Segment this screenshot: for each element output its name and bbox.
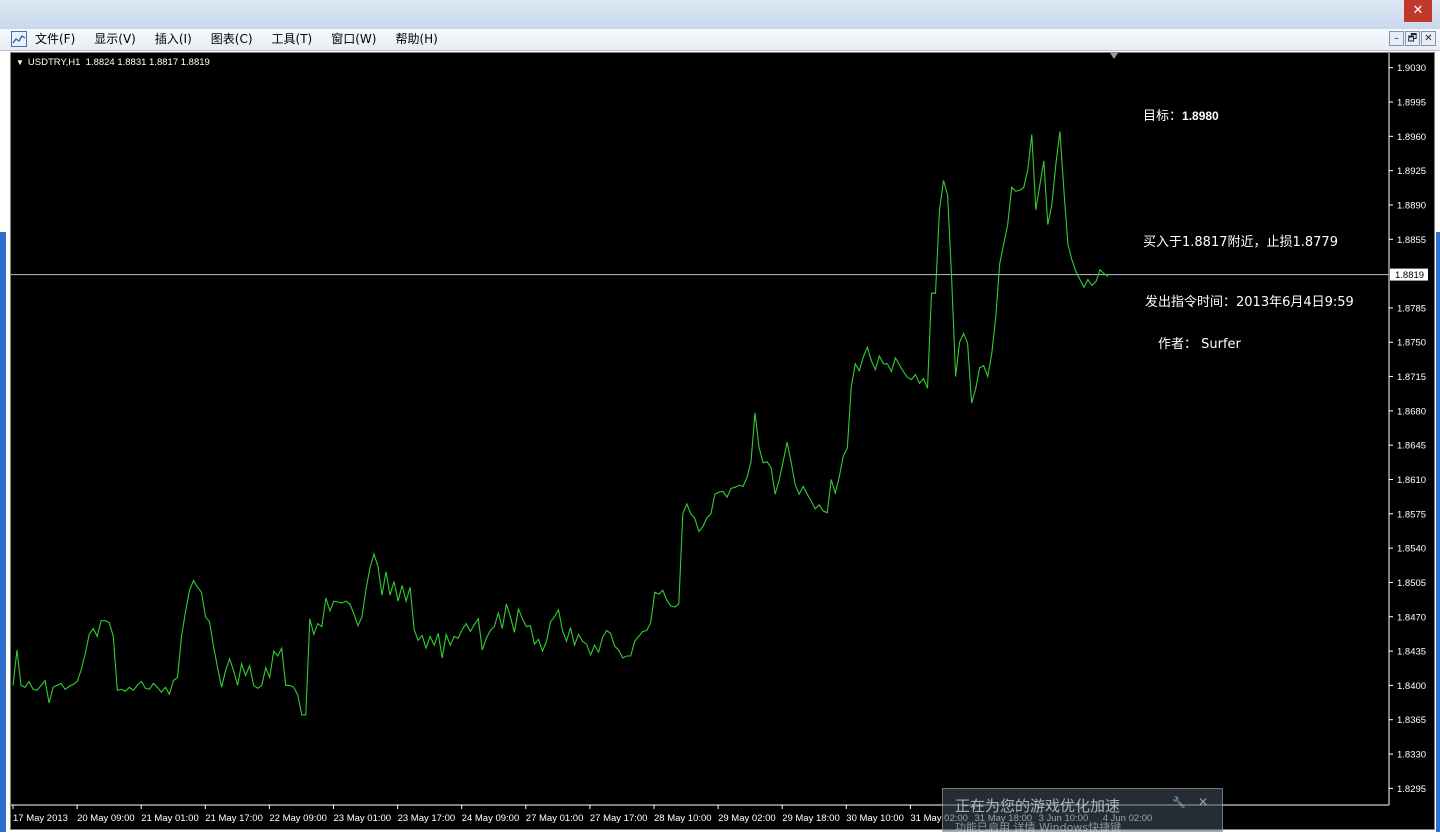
price-line bbox=[12, 131, 1109, 716]
symbol-header: ▼ USDTRY,H1 1.8824 1.8831 1.8817 1.8819 bbox=[16, 57, 210, 68]
price-chart[interactable]: 1.9030 1.8995 1.8960 1.8925 1.8890 1.8855 1.87… bbox=[11, 53, 1434, 829]
x-tick-label: 21 May 17:00 bbox=[205, 813, 263, 824]
right-window-edge bbox=[1435, 52, 1440, 832]
symbol-name: USDTRY,H1 bbox=[27, 57, 81, 68]
menu-tools[interactable]: 工具(T) bbox=[272, 29, 313, 51]
y-tick-label: 1.8680 bbox=[1397, 406, 1426, 417]
x-tick-label: 27 May 17:00 bbox=[590, 813, 648, 824]
target-value: 1.8980 bbox=[1182, 109, 1219, 123]
y-tick-label: 1.8785 bbox=[1397, 303, 1426, 314]
minimize-button[interactable]: – bbox=[1389, 31, 1404, 46]
menu-charts[interactable]: 图表(C) bbox=[211, 29, 253, 51]
author-annotation: 作者： Surfer bbox=[1158, 337, 1241, 352]
menu-view[interactable]: 显示(V) bbox=[94, 29, 136, 51]
y-tick-label: 1.8435 bbox=[1397, 647, 1426, 658]
x-tick-label: 23 May 01:00 bbox=[334, 813, 392, 824]
target-annotation: 目标：1.8980 bbox=[1143, 105, 1219, 124]
y-tick-label: 1.8715 bbox=[1397, 372, 1426, 383]
notification-subtitle: 功能已启用 详情 Windows快捷键 bbox=[955, 821, 1122, 834]
x-tick-label: 29 May 02:00 bbox=[718, 813, 776, 824]
y-tick-label: 1.8540 bbox=[1397, 544, 1426, 555]
x-tick-label: 29 May 18:00 bbox=[782, 813, 840, 824]
menu-items: 文件(F) 显示(V) 插入(I) 图表(C) 工具(T) 窗口(W) 帮助(H… bbox=[35, 29, 457, 51]
y-tick-label: 1.8400 bbox=[1397, 681, 1426, 692]
x-tick-label: 22 May 09:00 bbox=[269, 813, 327, 824]
x-tick-label: 24 May 09:00 bbox=[462, 813, 520, 824]
menu-window[interactable]: 窗口(W) bbox=[331, 29, 376, 51]
ohlc-values: 1.8824 1.8831 1.8817 1.8819 bbox=[85, 57, 210, 68]
x-tick-label: 21 May 01:00 bbox=[141, 813, 199, 824]
y-tick-label: 1.8750 bbox=[1397, 338, 1426, 349]
pin-icon[interactable]: 🔧 bbox=[1172, 796, 1186, 809]
y-tick-label: 1.8960 bbox=[1397, 132, 1426, 143]
menu-insert[interactable]: 插入(I) bbox=[155, 29, 192, 51]
y-tick-label: 1.8855 bbox=[1397, 235, 1426, 246]
x-tick-label: 17 May 2013 bbox=[13, 813, 68, 824]
y-tick-label: 1.8470 bbox=[1397, 612, 1426, 623]
y-tick-label: 1.8890 bbox=[1397, 200, 1426, 211]
window-close-button[interactable]: ✕ bbox=[1404, 0, 1432, 22]
y-tick-label: 1.8505 bbox=[1397, 578, 1426, 589]
chart-shift-marker bbox=[1110, 53, 1118, 59]
y-tick-label: 1.8995 bbox=[1397, 98, 1426, 109]
dropdown-triangle-icon[interactable]: ▼ bbox=[16, 58, 24, 67]
target-label: 目标： bbox=[1143, 109, 1183, 124]
notification-close-icon[interactable]: ✕ bbox=[1198, 795, 1208, 809]
y-tick-label: 1.8330 bbox=[1397, 750, 1426, 761]
y-tick-label: 1.8610 bbox=[1397, 475, 1426, 486]
chart-window-icon[interactable] bbox=[11, 31, 27, 47]
restore-button[interactable]: 🗗 bbox=[1405, 31, 1420, 46]
menu-help[interactable]: 帮助(H) bbox=[395, 29, 437, 51]
close-chart-button[interactable]: ✕ bbox=[1421, 31, 1436, 46]
buy-annotation: 买入于1.8817附近，止损1.8779 bbox=[1143, 235, 1338, 250]
menu-bar: 文件(F) 显示(V) 插入(I) 图表(C) 工具(T) 窗口(W) 帮助(H… bbox=[0, 29, 1440, 51]
y-tick-label: 1.9030 bbox=[1397, 63, 1426, 74]
y-tick-label: 1.8925 bbox=[1397, 166, 1426, 177]
x-tick-label: 20 May 09:00 bbox=[77, 813, 135, 824]
window-titlebar: ✕ bbox=[0, 0, 1440, 29]
y-tick-label: 1.8365 bbox=[1397, 715, 1426, 726]
time-annotation: 发出指令时间：2013年6月4日9:59 bbox=[1145, 295, 1354, 310]
notification-toast[interactable]: 正在为您的游戏优化加速 功能已启用 详情 Windows快捷键 🔧 ✕ bbox=[942, 788, 1223, 834]
x-tick-label: 27 May 01:00 bbox=[526, 813, 584, 824]
child-window-controls: – 🗗 ✕ bbox=[1389, 31, 1436, 46]
y-tick-label: 1.8575 bbox=[1397, 509, 1426, 520]
notification-title: 正在为您的游戏优化加速 bbox=[955, 797, 1121, 815]
menu-file[interactable]: 文件(F) bbox=[35, 29, 75, 51]
current-price-label: 1.8819 bbox=[1395, 270, 1424, 281]
left-window-edge bbox=[0, 52, 10, 832]
chart-window[interactable]: 1.9030 1.8995 1.8960 1.8925 1.8890 1.8855 1.87… bbox=[10, 52, 1435, 830]
y-tick-label: 1.8645 bbox=[1397, 441, 1426, 452]
x-tick-label: 23 May 17:00 bbox=[398, 813, 456, 824]
x-tick-label: 28 May 10:00 bbox=[654, 813, 712, 824]
x-tick-label: 30 May 10:00 bbox=[846, 813, 904, 824]
y-tick-label: 1.8295 bbox=[1397, 784, 1426, 795]
